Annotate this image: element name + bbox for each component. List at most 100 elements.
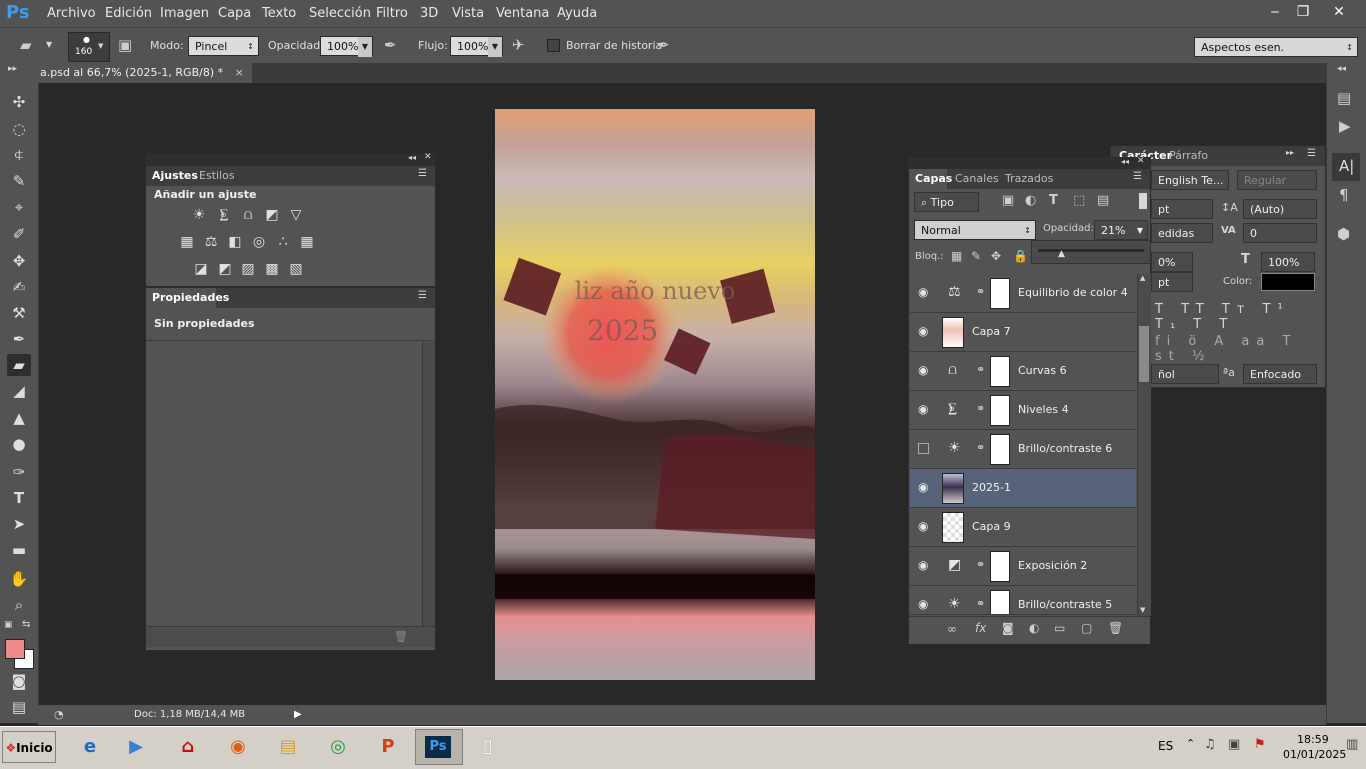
character-dock-button[interactable]: A| — [1332, 153, 1360, 181]
vertical-scale-field[interactable]: 0% — [1151, 252, 1193, 272]
layer-thumbnail[interactable] — [942, 512, 964, 543]
status-icon[interactable]: ◔ — [54, 708, 64, 721]
layer-mask-thumbnail[interactable] — [990, 551, 1010, 582]
eraser-tool-icon[interactable]: ▰ — [20, 36, 32, 54]
posterize-icon[interactable]: ◩ — [214, 261, 236, 277]
opacity-slider-popup[interactable]: ▲ — [1031, 240, 1151, 264]
collapse-panel-icon[interactable]: ▸▸ — [1286, 148, 1294, 157]
panel-drag-bar[interactable]: ◂◂ ✕ — [146, 152, 435, 166]
airbrush-icon[interactable]: ✈ — [512, 36, 525, 54]
move-tool-icon[interactable]: ✣ — [7, 91, 31, 113]
type-filter-icon[interactable]: T — [1049, 193, 1058, 208]
leading-field[interactable]: (Auto) — [1243, 199, 1317, 219]
lock-all-icon[interactable]: 🔒 — [1013, 249, 1028, 263]
visibility-eye-icon[interactable]: ◉ — [918, 402, 928, 416]
blank-document-icon[interactable]: ▯ — [468, 730, 508, 764]
menu-capa[interactable]: Capa — [218, 6, 251, 21]
tab-ajustes[interactable]: Ajustes — [152, 169, 198, 182]
tab-trazados[interactable]: Trazados — [1005, 172, 1053, 185]
collapse-toolbar-icon[interactable]: ▸▸ — [8, 64, 17, 74]
opentype-buttons[interactable]: fi ö A aa T st ½ — [1155, 334, 1325, 364]
tab-estilos[interactable]: Estilos — [199, 169, 235, 182]
visibility-off-box[interactable] — [918, 443, 929, 454]
powerpoint-icon[interactable]: P — [368, 730, 408, 764]
visibility-eye-icon[interactable]: ◉ — [918, 285, 928, 299]
layer-thumbnail[interactable] — [942, 473, 964, 504]
internet-explorer-icon[interactable]: e — [70, 730, 110, 764]
panel-menu-icon[interactable]: ☰ — [418, 290, 427, 301]
layer-row[interactable]: ☀ ⚭ Brillo/contraste 6 — [910, 430, 1136, 469]
smart-object-filter-icon[interactable]: ▤ — [1097, 193, 1109, 208]
close-icon[interactable]: ✕ — [1327, 2, 1351, 22]
healing-brush-tool-icon[interactable]: ✥ — [7, 250, 31, 272]
eyedropper-tool-icon[interactable]: ✐ — [7, 223, 31, 245]
visibility-eye-icon[interactable]: ◉ — [918, 480, 928, 494]
tab-parrafo[interactable]: Párrafo — [1169, 149, 1208, 162]
menu-edicion[interactable]: Edición — [105, 6, 152, 21]
shape-filter-icon[interactable]: ⬚ — [1073, 193, 1085, 208]
document-tab[interactable]: a.psd al 66,7% (2025-1, RGB/8) * × — [38, 63, 252, 83]
scroll-up-icon[interactable]: ▲ — [1140, 274, 1145, 282]
filter-toggle[interactable] — [1139, 193, 1147, 209]
panel-menu-icon[interactable]: ☰ — [1133, 171, 1142, 182]
path-selection-tool-icon[interactable]: ➤ — [7, 513, 31, 535]
add-mask-icon[interactable]: ◙ — [1002, 621, 1014, 635]
layer-thumbnail[interactable] — [942, 317, 964, 348]
brush-preset-picker[interactable]: ● 160 ▼ — [68, 32, 110, 62]
layer-opacity-field[interactable]: 21% ▼ — [1094, 220, 1148, 240]
language-select[interactable]: ñol — [1151, 364, 1219, 384]
dodge-tool-icon[interactable]: ● — [7, 433, 31, 455]
rectangle-tool-icon[interactable]: ▬ — [7, 539, 31, 561]
tool-preset-arrow-icon[interactable]: ▼ — [46, 40, 52, 49]
acrobat-icon[interactable]: ⌂ — [168, 730, 208, 764]
menu-texto[interactable]: Texto — [262, 6, 296, 21]
menu-archivo[interactable]: Archivo — [47, 6, 96, 21]
paint-bucket-tool-icon[interactable]: ◢ — [7, 380, 31, 402]
close-tab-icon[interactable]: × — [235, 66, 244, 79]
tracking-field[interactable]: 0 — [1243, 223, 1317, 243]
exposure-icon[interactable]: ◩ — [261, 207, 283, 223]
pen-tool-icon[interactable]: ✑ — [7, 461, 31, 483]
panel-menu-icon[interactable]: ☰ — [1307, 148, 1316, 159]
visibility-eye-icon[interactable]: ◉ — [918, 324, 928, 338]
menu-vista[interactable]: Vista — [452, 6, 484, 21]
pressure-size-icon[interactable]: ✒ — [657, 36, 670, 54]
new-layer-icon[interactable]: ▢ — [1081, 621, 1092, 635]
blend-mode-select[interactable]: Normal ↕ — [914, 220, 1036, 240]
new-adjustment-layer-icon[interactable]: ◐ — [1029, 621, 1039, 635]
layer-row[interactable]: ◉ ⩍ ⚭ Curvas 6 — [910, 352, 1136, 391]
menu-filtro[interactable]: Filtro — [376, 6, 408, 21]
visibility-eye-icon[interactable]: ◉ — [918, 558, 928, 572]
pressure-opacity-icon[interactable]: ✒ — [384, 36, 397, 54]
mask-link-icon[interactable]: ⚭ — [976, 363, 985, 376]
start-button[interactable]: ❖Inicio — [2, 731, 56, 763]
screen-mode-icon[interactable]: ▤ — [7, 696, 31, 718]
baseline-field[interactable]: pt — [1151, 272, 1193, 292]
restore-icon[interactable]: ❐ — [1291, 2, 1315, 22]
font-style-select[interactable]: Regular — [1237, 170, 1317, 190]
clone-stamp-tool-icon[interactable]: ⚒ — [7, 302, 31, 324]
menu-ventana[interactable]: Ventana — [496, 6, 549, 21]
antialias-select[interactable]: Enfocado — [1243, 364, 1317, 384]
type-tool-icon[interactable]: T — [7, 487, 31, 509]
panel-menu-icon[interactable]: ☰ — [418, 168, 427, 179]
new-group-icon[interactable]: ▭ — [1054, 621, 1065, 635]
text-style-buttons[interactable]: T TT Tт T¹ T₁ T T — [1155, 302, 1325, 332]
layer-mask-thumbnail[interactable] — [990, 278, 1010, 309]
close-panel-icon[interactable]: ✕ — [424, 152, 432, 162]
clock-date[interactable]: 01/01/2025 — [1283, 748, 1346, 761]
opacity-slider-thumb[interactable]: ▲ — [1058, 249, 1065, 259]
trash-icon[interactable]: 🗑 — [394, 630, 408, 643]
lock-pixels-icon[interactable]: ✎ — [971, 249, 981, 263]
volume-icon[interactable]: ♫ — [1204, 737, 1216, 752]
layers-scrollbar[interactable]: ▲ ▼ — [1137, 274, 1151, 616]
collapse-panel-icon[interactable]: ◂◂ — [1121, 157, 1129, 166]
lock-transparency-icon[interactable]: ▦ — [951, 249, 962, 263]
mask-link-icon[interactable]: ⚭ — [976, 285, 985, 298]
black-white-icon[interactable]: ◧ — [224, 234, 246, 250]
menu-seleccion[interactable]: Selección — [309, 6, 371, 21]
action-center-icon[interactable]: ⚑ — [1254, 737, 1266, 752]
menu-imagen[interactable]: Imagen — [160, 6, 209, 21]
visibility-eye-icon[interactable]: ◉ — [918, 519, 928, 533]
vibrance-icon[interactable]: ▽ — [285, 207, 307, 223]
